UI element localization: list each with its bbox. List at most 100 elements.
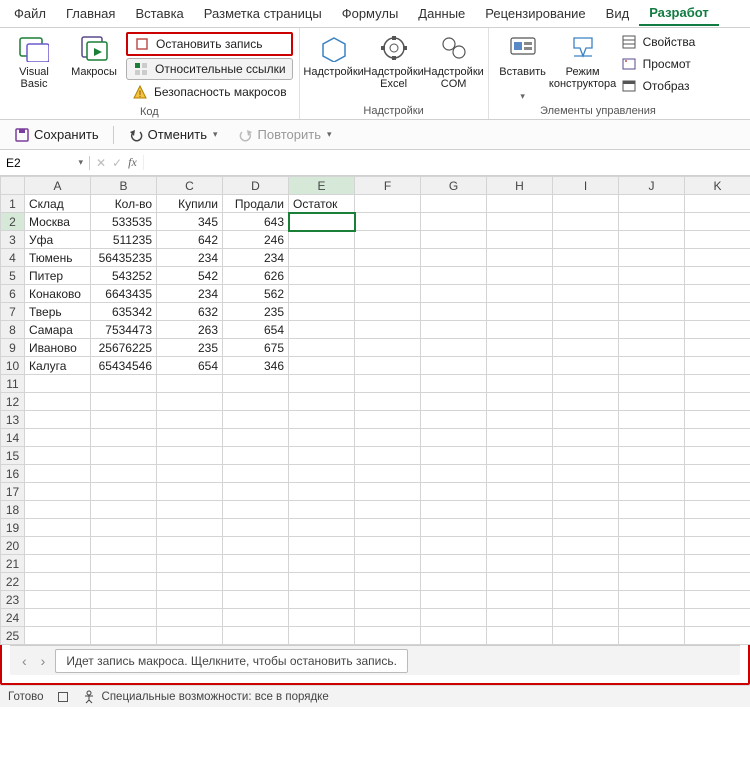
cell-C10[interactable]: 654 — [157, 357, 223, 375]
formula-input[interactable] — [144, 156, 750, 170]
cell-G19[interactable] — [421, 519, 487, 537]
cell-I18[interactable] — [553, 501, 619, 519]
cell-D15[interactable] — [223, 447, 289, 465]
cell-F14[interactable] — [355, 429, 421, 447]
cell-C18[interactable] — [157, 501, 223, 519]
cell-D22[interactable] — [223, 573, 289, 591]
cell-I3[interactable] — [553, 231, 619, 249]
cell-B3[interactable]: 511235 — [91, 231, 157, 249]
cell-K1[interactable] — [685, 195, 750, 213]
cell-H1[interactable] — [487, 195, 553, 213]
name-box[interactable]: ▾ — [0, 156, 90, 170]
cell-I21[interactable] — [553, 555, 619, 573]
cell-F25[interactable] — [355, 627, 421, 645]
cell-E8[interactable] — [289, 321, 355, 339]
cell-H15[interactable] — [487, 447, 553, 465]
col-header-B[interactable]: B — [91, 177, 157, 195]
cell-F2[interactable] — [355, 213, 421, 231]
cell-E16[interactable] — [289, 465, 355, 483]
insert-control-button[interactable]: Вставить ▾ — [495, 30, 551, 100]
cell-C5[interactable]: 542 — [157, 267, 223, 285]
tab-formulas[interactable]: Формулы — [332, 2, 409, 25]
cell-H17[interactable] — [487, 483, 553, 501]
cell-I6[interactable] — [553, 285, 619, 303]
tab-page-layout[interactable]: Разметка страницы — [194, 2, 332, 25]
cell-G2[interactable] — [421, 213, 487, 231]
stop-recording-button[interactable]: Остановить запись — [126, 32, 293, 56]
cell-K10[interactable] — [685, 357, 750, 375]
cell-B19[interactable] — [91, 519, 157, 537]
cancel-formula-icon[interactable]: ✕ — [96, 156, 106, 170]
row-header-14[interactable]: 14 — [1, 429, 25, 447]
cell-A8[interactable]: Самара — [25, 321, 91, 339]
cell-K23[interactable] — [685, 591, 750, 609]
cell-D12[interactable] — [223, 393, 289, 411]
cell-B5[interactable]: 543252 — [91, 267, 157, 285]
cell-H7[interactable] — [487, 303, 553, 321]
cell-J11[interactable] — [619, 375, 685, 393]
row-header-22[interactable]: 22 — [1, 573, 25, 591]
col-header-I[interactable]: I — [553, 177, 619, 195]
cell-G8[interactable] — [421, 321, 487, 339]
cell-I23[interactable] — [553, 591, 619, 609]
row-header-4[interactable]: 4 — [1, 249, 25, 267]
cell-E2[interactable] — [289, 213, 355, 231]
cell-C12[interactable] — [157, 393, 223, 411]
cell-H11[interactable] — [487, 375, 553, 393]
cell-B7[interactable]: 635342 — [91, 303, 157, 321]
cell-E25[interactable] — [289, 627, 355, 645]
cell-E4[interactable] — [289, 249, 355, 267]
row-header-21[interactable]: 21 — [1, 555, 25, 573]
row-header-18[interactable]: 18 — [1, 501, 25, 519]
cell-G1[interactable] — [421, 195, 487, 213]
col-header-C[interactable]: C — [157, 177, 223, 195]
cell-G24[interactable] — [421, 609, 487, 627]
cell-F12[interactable] — [355, 393, 421, 411]
cell-C24[interactable] — [157, 609, 223, 627]
cell-B25[interactable] — [91, 627, 157, 645]
cell-K19[interactable] — [685, 519, 750, 537]
cell-I25[interactable] — [553, 627, 619, 645]
cell-E22[interactable] — [289, 573, 355, 591]
cell-F5[interactable] — [355, 267, 421, 285]
accessibility-status[interactable]: Специальные возможности: все в порядке — [82, 690, 329, 704]
row-header-11[interactable]: 11 — [1, 375, 25, 393]
cell-G16[interactable] — [421, 465, 487, 483]
cell-I15[interactable] — [553, 447, 619, 465]
cell-E11[interactable] — [289, 375, 355, 393]
cell-C14[interactable] — [157, 429, 223, 447]
tab-file[interactable]: Файл — [4, 2, 56, 25]
row-header-10[interactable]: 10 — [1, 357, 25, 375]
cell-G21[interactable] — [421, 555, 487, 573]
cell-F13[interactable] — [355, 411, 421, 429]
cell-A18[interactable] — [25, 501, 91, 519]
cell-F6[interactable] — [355, 285, 421, 303]
cell-C20[interactable] — [157, 537, 223, 555]
cell-A4[interactable]: Тюмень — [25, 249, 91, 267]
row-header-9[interactable]: 9 — [1, 339, 25, 357]
cell-G4[interactable] — [421, 249, 487, 267]
cell-G7[interactable] — [421, 303, 487, 321]
cell-D9[interactable]: 675 — [223, 339, 289, 357]
cell-G5[interactable] — [421, 267, 487, 285]
cell-J14[interactable] — [619, 429, 685, 447]
cell-J24[interactable] — [619, 609, 685, 627]
cell-F20[interactable] — [355, 537, 421, 555]
row-header-5[interactable]: 5 — [1, 267, 25, 285]
cell-B13[interactable] — [91, 411, 157, 429]
cell-I19[interactable] — [553, 519, 619, 537]
cell-D14[interactable] — [223, 429, 289, 447]
cell-K8[interactable] — [685, 321, 750, 339]
cell-F23[interactable] — [355, 591, 421, 609]
cell-E21[interactable] — [289, 555, 355, 573]
cell-D18[interactable] — [223, 501, 289, 519]
visual-basic-button[interactable]: Visual Basic — [6, 30, 62, 90]
cell-J12[interactable] — [619, 393, 685, 411]
redo-button[interactable]: Повторить ▾ — [232, 125, 338, 145]
cell-E13[interactable] — [289, 411, 355, 429]
cell-E6[interactable] — [289, 285, 355, 303]
cell-D8[interactable]: 654 — [223, 321, 289, 339]
cell-J6[interactable] — [619, 285, 685, 303]
cell-J15[interactable] — [619, 447, 685, 465]
cell-C3[interactable]: 642 — [157, 231, 223, 249]
